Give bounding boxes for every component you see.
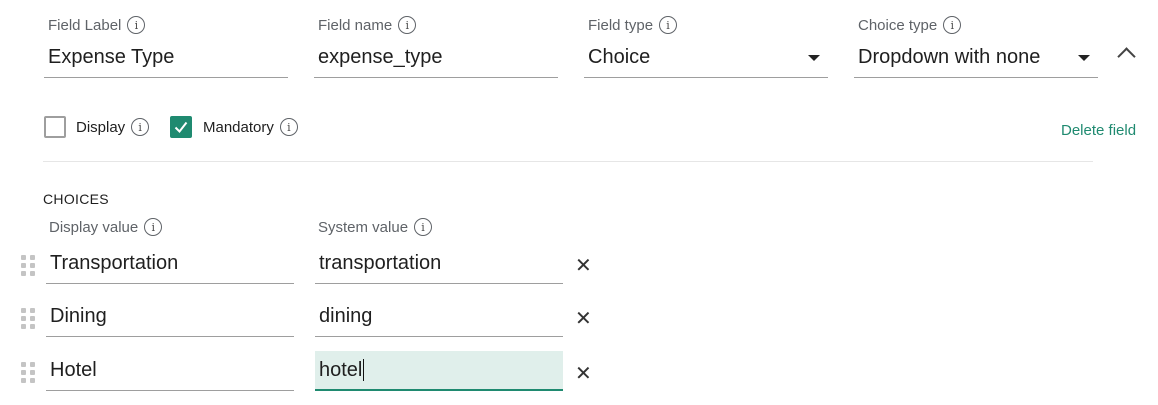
info-icon[interactable]: i: [131, 118, 150, 136]
delete-field-link[interactable]: Delete field: [1061, 122, 1136, 139]
info-icon[interactable]: i: [127, 16, 146, 34]
display-value-input[interactable]: Dining: [46, 297, 294, 337]
choice-type-select[interactable]: Dropdown with none: [854, 38, 1098, 78]
info-icon[interactable]: i: [398, 16, 417, 34]
field-name-input[interactable]: expense_type: [314, 38, 558, 78]
info-icon[interactable]: i: [659, 16, 678, 34]
dropdown-caret-icon: [1078, 54, 1090, 61]
display-checkbox[interactable]: [44, 116, 66, 138]
field-label-input[interactable]: Expense Type: [44, 38, 288, 78]
choices-section-title: CHOICES: [43, 191, 109, 207]
display-option-label: Display i: [76, 118, 150, 136]
dropdown-caret-icon: [808, 54, 820, 61]
display-value-input[interactable]: Transportation: [46, 244, 294, 284]
system-value-input[interactable]: transportation: [315, 244, 563, 284]
info-icon[interactable]: i: [144, 218, 163, 236]
display-value-input[interactable]: Hotel: [46, 351, 294, 391]
divider: [43, 161, 1093, 162]
info-icon[interactable]: i: [414, 218, 433, 236]
check-icon: [174, 121, 188, 134]
drag-handle-icon[interactable]: [21, 362, 35, 383]
close-icon[interactable]: ✕: [575, 364, 592, 384]
info-icon[interactable]: i: [279, 118, 298, 136]
mandatory-checkbox[interactable]: [170, 116, 192, 138]
chevron-up-icon[interactable]: [1117, 47, 1136, 66]
mandatory-option-label: Mandatory i: [203, 118, 298, 136]
field-label-header: Field Label i: [48, 16, 146, 34]
info-icon[interactable]: i: [943, 16, 962, 34]
system-value-input[interactable]: dining: [315, 297, 563, 337]
close-icon[interactable]: ✕: [575, 309, 592, 329]
close-icon[interactable]: ✕: [575, 256, 592, 276]
text-cursor: [363, 359, 365, 381]
system-value-input-active[interactable]: hotel: [315, 351, 563, 391]
drag-handle-icon[interactable]: [21, 308, 35, 329]
choice-type-header: Choice type i: [858, 16, 962, 34]
drag-handle-icon[interactable]: [21, 255, 35, 276]
field-type-select[interactable]: Choice: [584, 38, 828, 78]
field-type-header: Field type i: [588, 16, 678, 34]
system-value-header: System value i: [318, 218, 433, 236]
field-name-header: Field name i: [318, 16, 417, 34]
display-value-header: Display value i: [49, 218, 163, 236]
